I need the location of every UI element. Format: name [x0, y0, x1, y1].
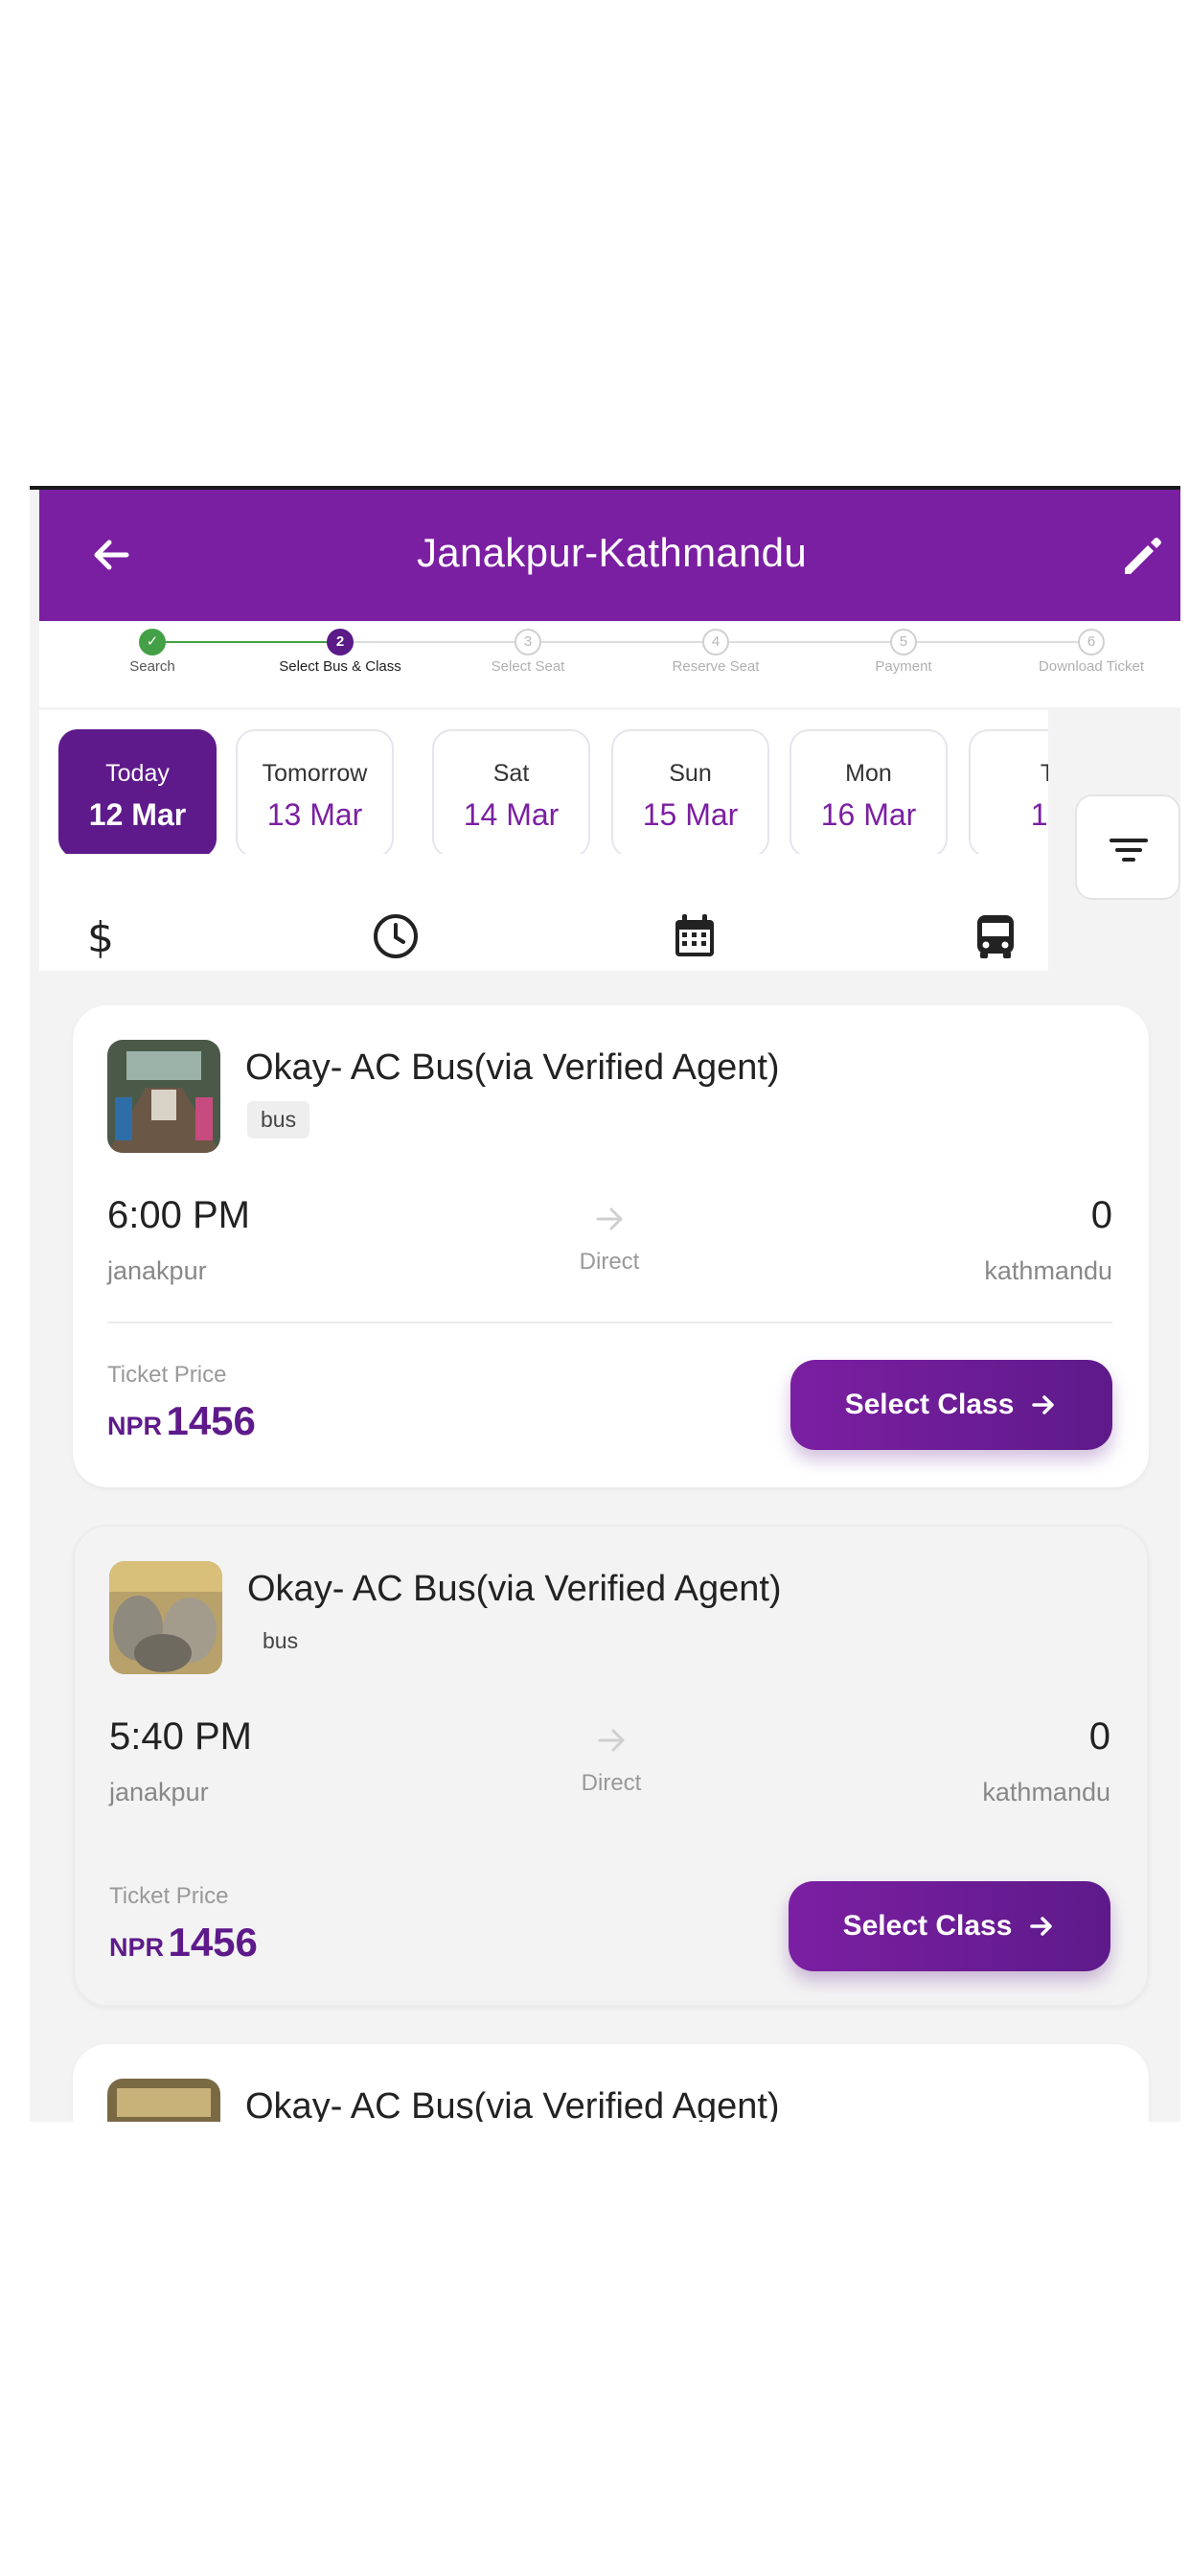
date-chip[interactable]: Sat 14 Mar: [432, 729, 590, 854]
step-number: 6: [1078, 629, 1105, 656]
date-value: 17: [1030, 797, 1048, 832]
date-chip[interactable]: Mon 16 Mar: [790, 729, 948, 854]
ticket-price: NPR 1456: [109, 1920, 258, 1966]
step-label: Select Bus & Class: [279, 658, 401, 675]
arrow-right-icon: [1030, 1917, 1053, 1936]
step-number: ✓: [139, 629, 166, 656]
step-label: Reserve Seat: [672, 658, 760, 675]
date-day-label: Today: [105, 760, 170, 787]
select-class-button[interactable]: Select Class: [790, 1360, 1112, 1450]
date-day-label: T: [971, 760, 1048, 788]
price-currency: NPR: [107, 1412, 163, 1440]
bus-thumbnail: [109, 1561, 222, 1674]
date-chip[interactable]: T 17: [969, 729, 1048, 854]
edit-pencil-icon[interactable]: [1113, 526, 1171, 584]
date-value: 13 Mar: [266, 797, 363, 832]
step-item: 2 Select Bus & Class: [268, 629, 412, 675]
arrival-city: kathmandu: [984, 1256, 1112, 1285]
step-item: ✓ Search: [80, 629, 224, 675]
bus-name: Okay- AC Bus(via Verified Agent): [245, 1047, 780, 1088]
select-class-label: Select Class: [842, 1910, 1013, 1942]
bus-type-badge: bus: [263, 1628, 299, 1653]
bus-thumbnail: [107, 2079, 220, 2122]
card-divider: [107, 1322, 1112, 1323]
clock-icon[interactable]: [369, 909, 423, 963]
date-value: 12 Mar: [88, 797, 187, 832]
date-chip-list: Today 12 Mar Tomorrow 13 Mar Sat 14 Mar Sun 15 …: [39, 710, 1048, 854]
bus-thumbnail: [107, 1040, 220, 1153]
bus-name: Okay- AC Bus(via Verified Agent): [247, 1569, 782, 1609]
price-amount: 1456: [168, 1920, 258, 1965]
filter-button[interactable]: [1075, 794, 1180, 900]
date-selector-panel: Today 12 Mar Tomorrow 13 Mar Sat 14 Mar Sun 15 …: [39, 710, 1048, 971]
step-number: 2: [327, 629, 354, 656]
page-title: Janakpur-Kathmandu: [417, 530, 807, 575]
bus-card: Okay- AC Bus(via Verified Agent) bus 6:0…: [73, 1005, 1149, 1487]
departure-time: 5:40 PM: [109, 1715, 252, 1758]
bus-name: Okay- AC Bus(via Verified Agent): [245, 2086, 780, 2122]
select-class-button[interactable]: Select Class: [789, 1881, 1110, 1971]
date-day-label: Sat: [492, 760, 530, 787]
route-type: Direct: [579, 1249, 640, 1275]
departure-city: janakpur: [109, 1778, 209, 1806]
step-item: 4 Reserve Seat: [644, 629, 788, 675]
app-screen: Janakpur-Kathmandu ✓ Search 2 Select Bus & …: [30, 486, 1180, 2122]
price-amount: 1456: [166, 1398, 256, 1443]
bus-card: Okay- AC Bus(via Verified Agent) bus 5:4…: [73, 1525, 1149, 2007]
step-number: 3: [515, 629, 541, 656]
step-label: Download Ticket: [1038, 658, 1145, 675]
date-chip[interactable]: Sun 15 Mar: [611, 729, 769, 854]
date-value: 14 Mar: [463, 797, 560, 832]
filter-icon: [1110, 839, 1148, 862]
step-item: 3 Select Seat: [456, 629, 600, 675]
date-value: 15 Mar: [642, 797, 739, 832]
bus-type-badge: bus: [247, 1101, 310, 1138]
arrow-right-icon: [1032, 1395, 1055, 1414]
step-item: 5 Payment: [832, 629, 975, 675]
select-class-label: Select Class: [844, 1389, 1015, 1420]
right-arrow-icon: [596, 1208, 623, 1230]
step-item: 6 Download Ticket: [1019, 629, 1163, 675]
step-number: 4: [702, 629, 729, 656]
price-currency: NPR: [109, 1933, 165, 1962]
departure-time: 6:00 PM: [107, 1194, 250, 1236]
app-header: Janakpur-Kathmandu: [39, 490, 1180, 621]
route-type: Direct: [581, 1770, 642, 1796]
ticket-price-label: Ticket Price: [107, 1362, 227, 1388]
arrival-time: 0: [1088, 1715, 1110, 1758]
date-day-label: Tomorrow: [262, 760, 368, 787]
ticket-price-label: Ticket Price: [109, 1883, 229, 1909]
right-arrow-icon: [598, 1729, 625, 1752]
step-number: 5: [890, 629, 917, 656]
svg-text:$: $: [87, 913, 114, 962]
ticket-price: NPR 1456: [107, 1398, 256, 1444]
date-chip[interactable]: Today 12 Mar: [58, 729, 217, 854]
date-chip[interactable]: Tomorrow 13 Mar: [236, 729, 394, 854]
bus-card: Okay- AC Bus(via Verified Agent): [73, 2044, 1149, 2122]
step-label: Select Seat: [491, 658, 565, 675]
calendar-icon[interactable]: [668, 909, 721, 963]
bus-icon[interactable]: [969, 909, 1022, 963]
date-day-label: Mon: [845, 760, 892, 787]
date-day-label: Sun: [669, 760, 712, 787]
step-label: Payment: [875, 658, 932, 675]
arrival-city: kathmandu: [982, 1778, 1110, 1806]
booking-progress-stepper: ✓ Search 2 Select Bus & Class 3 Select Seat 4 R…: [39, 621, 1180, 707]
date-value: 16 Mar: [820, 797, 917, 832]
step-label: Search: [129, 658, 175, 675]
departure-city: janakpur: [107, 1256, 207, 1285]
arrival-time: 0: [1090, 1194, 1112, 1236]
dollar-icon[interactable]: $: [74, 909, 127, 963]
